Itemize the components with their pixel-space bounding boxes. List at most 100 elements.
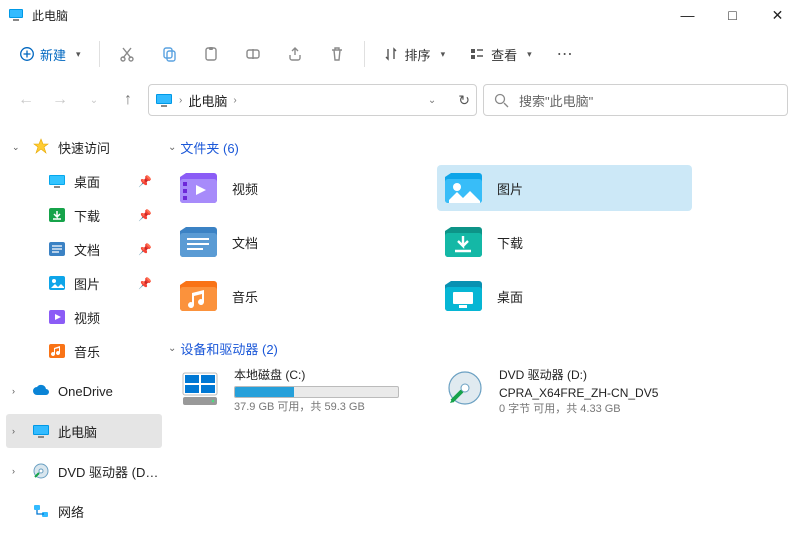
folder-music[interactable]: 音乐 xyxy=(172,273,427,319)
breadcrumb[interactable]: 此电脑 xyxy=(188,91,227,110)
videos-icon xyxy=(178,168,218,208)
view-button[interactable]: 查看 ▾ xyxy=(459,39,542,70)
search-placeholder: 搜索"此电脑" xyxy=(519,91,593,110)
sidebar-item-dvd[interactable]: ›DVD 驱动器 (D:) CPRA_X64FRE_ZH-CN_DV5 xyxy=(6,454,162,488)
chevron-right-icon: › xyxy=(233,95,236,106)
device-item[interactable]: DVD 驱动器 (D:)CPRA_X64FRE_ZH-CN_DV50 字节 可用… xyxy=(437,366,692,416)
group-title: 设备和驱动器 (2) xyxy=(180,339,278,358)
pictures-icon xyxy=(443,168,483,208)
dvd-big-icon xyxy=(443,366,487,410)
main-pane: ⌄文件夹 (6) 视频 图片文档 下载音乐 桌面 ⌄ 设备和驱动器 (2) 本地磁盘 (C:)… xyxy=(162,122,800,552)
pin-icon: 📌 xyxy=(138,175,162,188)
folder-label: 桌面 xyxy=(497,287,523,306)
chevron-down-icon: ⌄ xyxy=(168,142,176,153)
device-name: 本地磁盘 (C:) xyxy=(234,366,427,383)
sidebar-item-label: OneDrive xyxy=(58,384,162,399)
minimize-button[interactable]: — xyxy=(665,0,710,30)
network-icon xyxy=(32,502,50,520)
chevron-down-icon: ▾ xyxy=(527,49,532,60)
group-header[interactable]: ⌄ 设备和驱动器 (2) xyxy=(168,339,792,358)
device-name: DVD 驱动器 (D:) xyxy=(499,366,692,383)
forward-button[interactable]: → xyxy=(46,86,74,114)
sort-label: 排序 xyxy=(405,45,431,64)
copy-button[interactable] xyxy=(150,36,188,72)
new-button[interactable]: 新建 ▾ xyxy=(10,39,91,70)
back-button[interactable]: ← xyxy=(12,86,40,114)
search-input[interactable]: 搜索"此电脑" xyxy=(483,84,788,116)
sidebar-item-label: 图片 xyxy=(74,274,130,293)
sidebar-item-label: 视频 xyxy=(74,308,162,327)
folder-desktop[interactable]: 桌面 xyxy=(437,273,692,319)
expander-icon: › xyxy=(12,386,24,396)
share-button[interactable] xyxy=(276,36,314,72)
sidebar-item-label: 音乐 xyxy=(74,342,162,361)
device-sub: 37.9 GB 可用，共 59.3 GB xyxy=(234,401,427,414)
sidebar-item-quick[interactable]: ⌄快速访问 xyxy=(6,130,162,164)
cloud-icon xyxy=(32,382,50,400)
plus-icon xyxy=(20,47,34,61)
sidebar-item-onedrive[interactable]: › OneDrive xyxy=(6,374,162,408)
sidebar-item-label: 文档 xyxy=(74,240,130,259)
desktop-icon xyxy=(48,172,66,190)
music-icon xyxy=(48,342,66,360)
monitor-icon xyxy=(32,422,50,440)
close-button[interactable]: ✕ xyxy=(755,0,800,30)
folder-docs[interactable]: 文档 xyxy=(172,219,427,265)
sidebar-item-music[interactable]: 音乐 xyxy=(6,334,162,368)
drive-icon xyxy=(178,366,222,410)
rename-button[interactable] xyxy=(234,36,272,72)
pin-icon: 📌 xyxy=(138,277,162,290)
folder-label: 图片 xyxy=(497,179,523,198)
sidebar-item-label: 桌面 xyxy=(74,172,130,191)
expander-icon: ⌄ xyxy=(12,142,24,153)
folder-label: 文档 xyxy=(232,233,258,252)
pin-icon: 📌 xyxy=(138,243,162,256)
desktop-icon xyxy=(443,276,483,316)
pin-icon: 📌 xyxy=(138,209,162,222)
folder-pictures[interactable]: 图片 xyxy=(437,165,692,211)
separator xyxy=(99,41,100,67)
folder-label: 音乐 xyxy=(232,287,258,306)
folder-videos[interactable]: 视频 xyxy=(172,165,427,211)
sidebar-item-downloads[interactable]: 下载📌 xyxy=(6,198,162,232)
sidebar-item-videos[interactable]: 视频 xyxy=(6,300,162,334)
sidebar: ⌄快速访问桌面📌下载📌文档📌图片📌视频音乐›OneDrive›此电脑›DVD 驱… xyxy=(0,122,162,552)
paste-button[interactable] xyxy=(192,36,230,72)
more-button[interactable]: ⋯ xyxy=(546,36,584,72)
download-icon xyxy=(48,206,66,224)
device-sub: 0 字节 可用，共 4.33 GB xyxy=(499,403,692,416)
folder-download[interactable]: 下载 xyxy=(437,219,692,265)
sidebar-item-desktop[interactable]: 桌面 📌 xyxy=(6,164,162,198)
up-button[interactable]: ↑ xyxy=(114,86,142,114)
address-bar[interactable]: › 此电脑 › ⌄ ↻ xyxy=(148,84,477,116)
docs-icon xyxy=(48,240,66,258)
sort-icon xyxy=(383,46,399,62)
sidebar-item-network[interactable]: 网络 xyxy=(6,494,162,528)
recent-chevron[interactable]: ⌄ xyxy=(80,86,108,114)
thispc-icon xyxy=(8,7,24,23)
chevron-right-icon: › xyxy=(179,95,182,106)
group-header[interactable]: ⌄文件夹 (6) xyxy=(168,138,792,157)
sidebar-item-pictures[interactable]: 图片 📌 xyxy=(6,266,162,300)
toolbar: 新建 ▾ 排序 ▾ 查看 ▾ ⋯ xyxy=(0,30,800,78)
titlebar: 此电脑 — □ ✕ xyxy=(0,0,800,30)
pictures-icon xyxy=(48,274,66,292)
delete-button[interactable] xyxy=(318,36,356,72)
navbar: ← → ⌄ ↑ › 此电脑 › ⌄ ↻ 搜索"此电脑" xyxy=(0,78,800,122)
chevron-down-icon: ⌄ xyxy=(168,343,176,354)
thispc-icon xyxy=(155,91,173,109)
sort-button[interactable]: 排序 ▾ xyxy=(373,39,456,70)
search-icon xyxy=(494,93,509,108)
music-icon xyxy=(178,276,218,316)
sidebar-item-thispc[interactable]: ›此电脑 xyxy=(6,414,162,448)
cut-button[interactable] xyxy=(108,36,146,72)
chevron-down-icon[interactable]: ⌄ xyxy=(428,95,436,106)
device-item[interactable]: 本地磁盘 (C:) 37.9 GB 可用，共 59.3 GB xyxy=(172,366,427,416)
maximize-button[interactable]: □ xyxy=(710,0,755,30)
folder-label: 视频 xyxy=(232,179,258,198)
sidebar-item-documents[interactable]: 文档 📌 xyxy=(6,232,162,266)
refresh-button[interactable]: ↻ xyxy=(458,92,470,109)
view-label: 查看 xyxy=(491,45,517,64)
expander-icon: › xyxy=(12,426,24,436)
separator xyxy=(364,41,365,67)
